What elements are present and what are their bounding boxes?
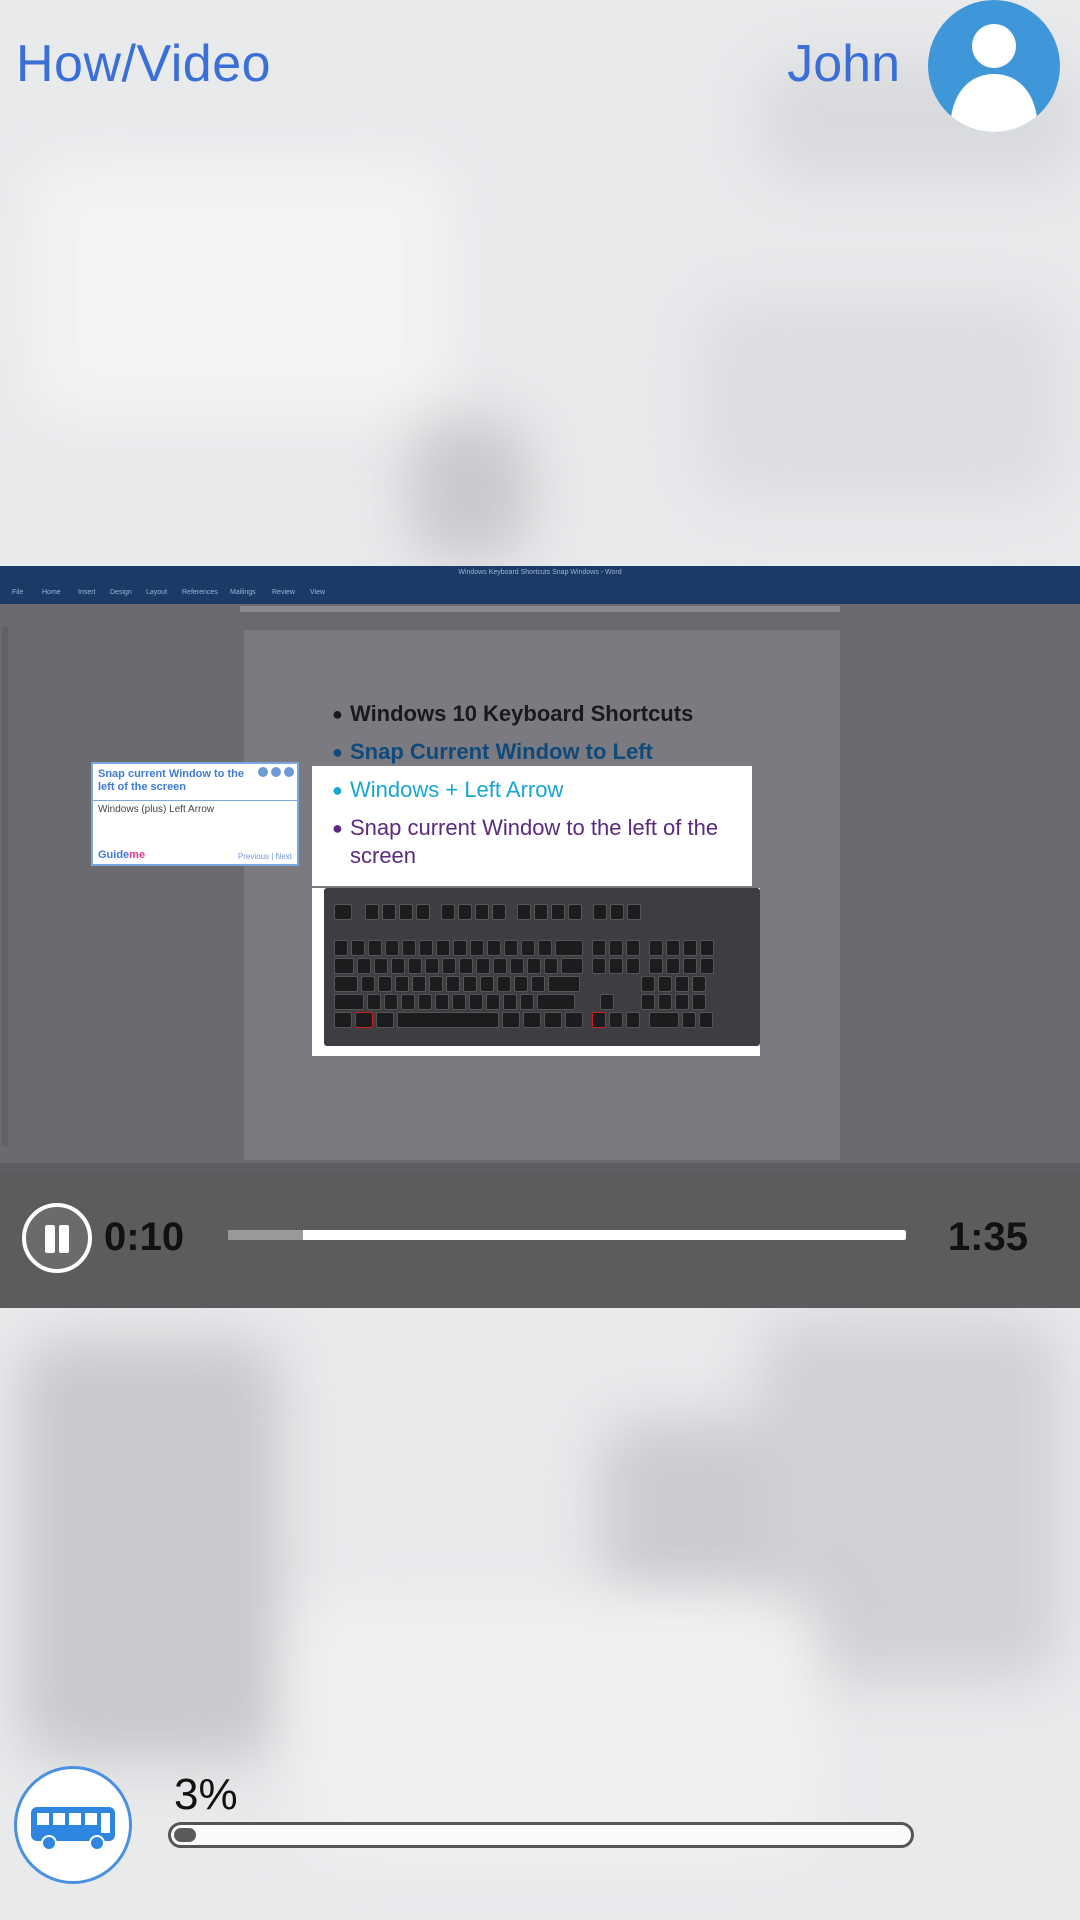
user-avatar-icon[interactable] — [928, 0, 1060, 132]
total-time: 1:35 — [947, 1215, 1028, 1259]
doc-line: ● Snap current Window to the left of the … — [332, 815, 719, 868]
current-time: 0:10 — [104, 1215, 185, 1259]
download-progress-fill — [174, 1828, 197, 1842]
doc-line-text: Windows + Left Arrow — [350, 777, 564, 802]
word-titlebar: Windows Keyboard Shortcuts Snap Windows … — [0, 566, 1080, 584]
key-row — [334, 1012, 713, 1028]
word-menubar: File Home Insert Design Layout Reference… — [0, 584, 1080, 604]
avatar-silhouette — [950, 24, 1038, 132]
word-ruler — [240, 606, 840, 612]
doc-line: ● Windows 10 Keyboard Shortcuts — [332, 701, 694, 726]
guideme-logo: Guideme — [98, 849, 146, 861]
word-menu-item: References — [182, 589, 218, 596]
doc-line: ● Windows + Left Arrow — [332, 777, 564, 802]
pause-icon — [45, 1225, 55, 1253]
word-menu-item: Design — [110, 589, 132, 596]
tooltip-minimize-icon — [258, 767, 268, 777]
tooltip-body: Windows (plus) Left Arrow — [98, 804, 215, 815]
word-vertical-ruler — [2, 626, 8, 1146]
tooltip-title: Snap current Window to the left of the s… — [98, 768, 244, 793]
key-row — [334, 976, 706, 992]
key-row — [334, 958, 714, 974]
word-menu-item: Review — [272, 589, 295, 596]
tooltip-controls — [258, 767, 294, 777]
doc-line-text: Snap Current Window to Left — [350, 739, 653, 764]
key-row — [334, 940, 714, 956]
app-title: How/Video — [16, 35, 272, 93]
tooltip-nav: Previous | Next — [237, 852, 292, 861]
word-window-title: Windows Keyboard Shortcuts Snap Windows … — [458, 569, 622, 576]
document-content: ● Windows 10 Keyboard Shortcuts ● Snap Cur… — [330, 700, 750, 880]
keyboard-image — [324, 888, 760, 1046]
doc-line-text: Snap current Window to the left of the s… — [350, 815, 719, 868]
word-menu-item: Home — [42, 589, 61, 596]
bus-icon[interactable] — [14, 1766, 132, 1884]
download-progress-bar — [168, 1822, 914, 1848]
tooltip-close-icon — [284, 767, 294, 777]
guideme-tooltip: Snap current Window to the left of the s… — [91, 762, 299, 866]
tooltip-pin-icon — [271, 767, 281, 777]
bus-glyph — [31, 1807, 115, 1851]
doc-line-text: Windows 10 Keyboard Shortcuts — [350, 701, 694, 726]
video-frame[interactable]: Windows Keyboard Shortcuts Snap Windows … — [0, 566, 1080, 1173]
key-row — [334, 994, 706, 1010]
doc-line: ● Snap Current Window to Left — [332, 739, 653, 764]
word-menu-item: File — [12, 589, 24, 596]
word-statusbar — [0, 1163, 1080, 1173]
seek-bar[interactable] — [228, 1230, 906, 1240]
word-menu-item: Insert — [78, 589, 96, 596]
user-name[interactable]: John — [787, 34, 900, 94]
word-menu-item: View — [310, 589, 326, 596]
pause-button[interactable] — [22, 1203, 92, 1273]
seek-bar-played — [228, 1230, 303, 1240]
player-controls: 0:10 1:35 — [0, 1173, 1080, 1308]
word-menu-item: Mailings — [230, 589, 256, 596]
key-row — [334, 904, 641, 920]
download-percent: 3% — [174, 1770, 238, 1819]
word-menu-item: Layout — [146, 589, 168, 596]
tooltip-divider — [93, 800, 297, 801]
